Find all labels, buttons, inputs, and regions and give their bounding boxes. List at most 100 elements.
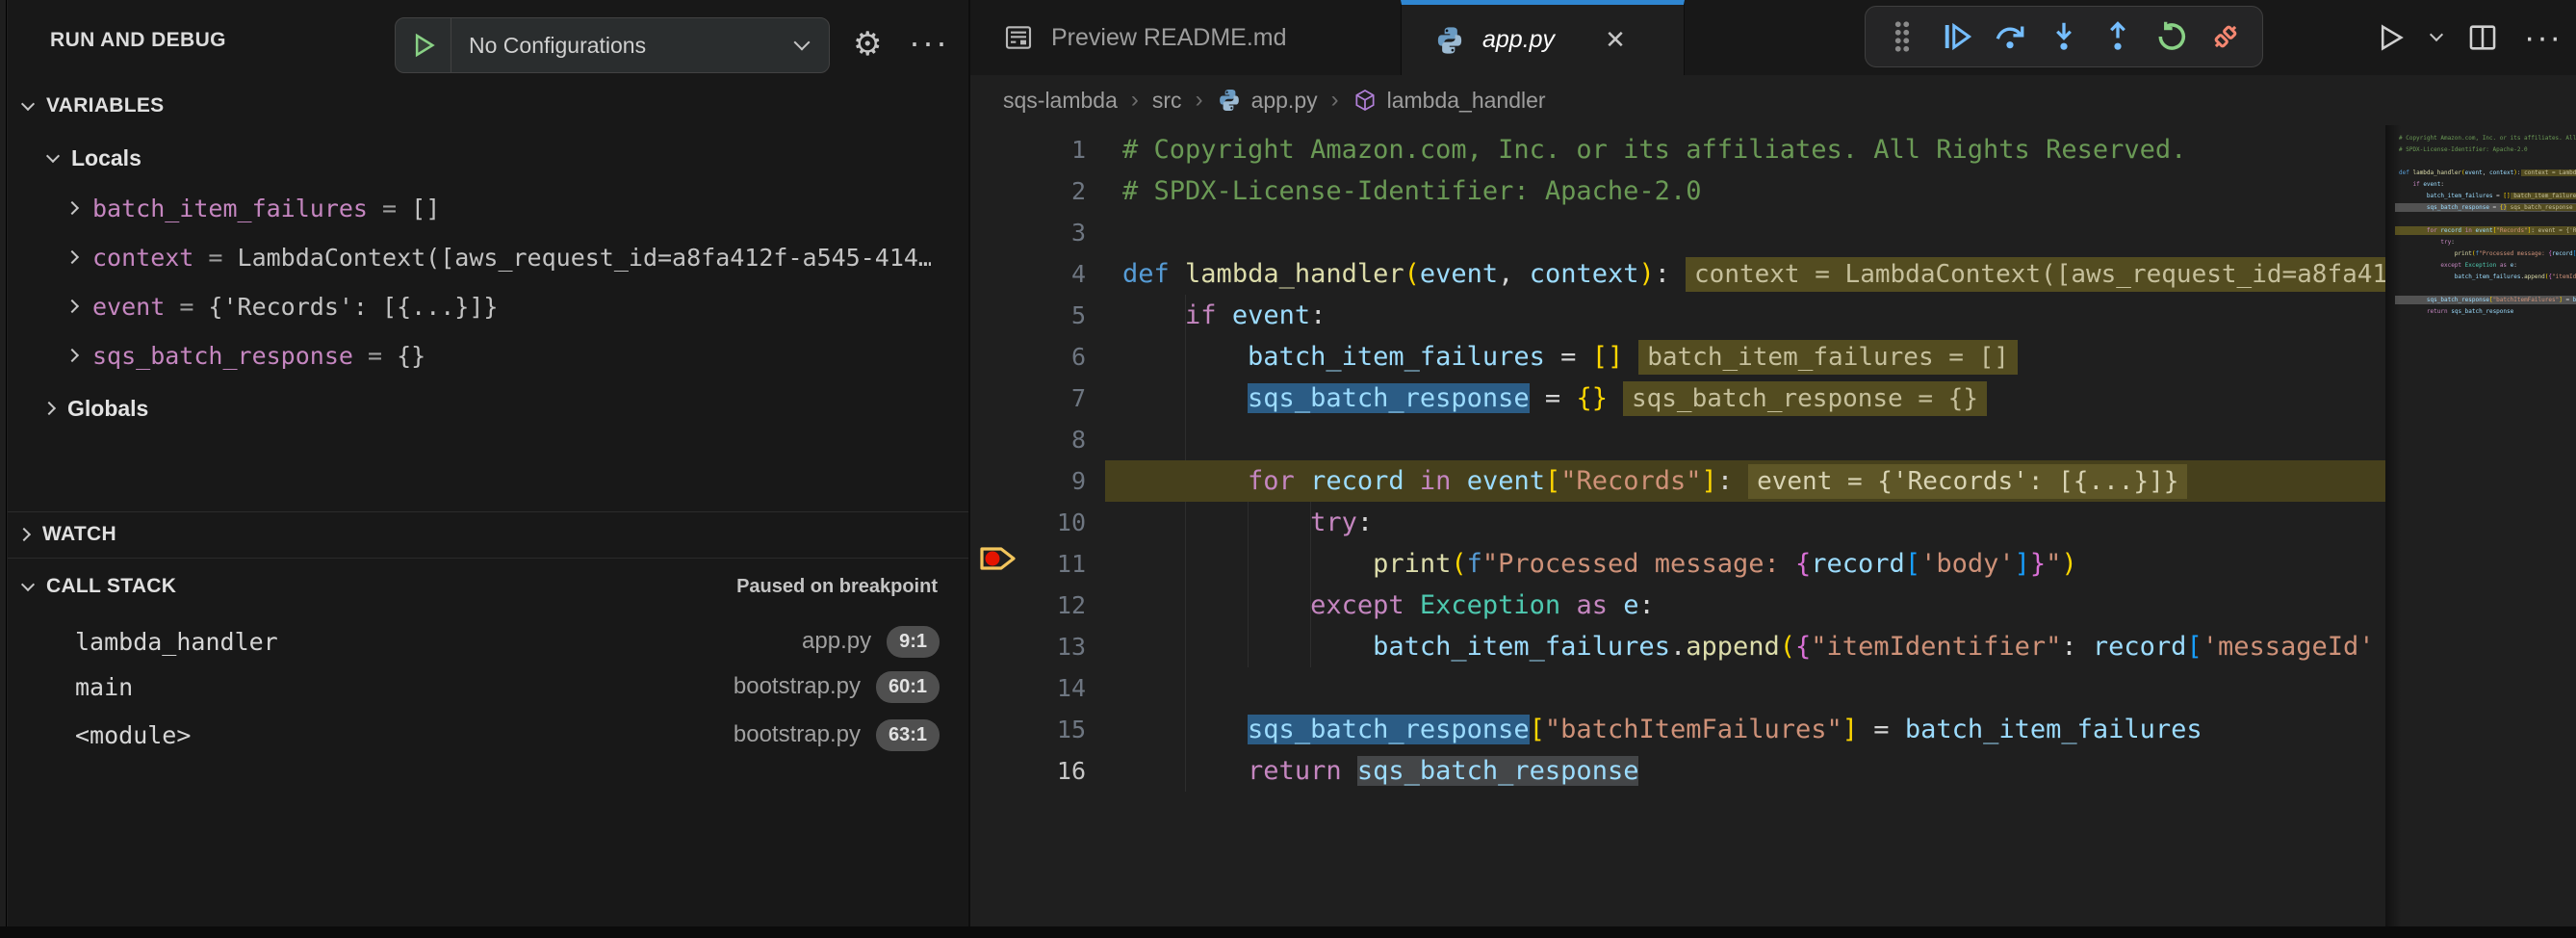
breadcrumb-item[interactable]: lambda_handler xyxy=(1352,88,1546,114)
symbol-method-icon xyxy=(1352,88,1378,113)
variable-row-batch_item_failures[interactable]: batch_item_failures = [] xyxy=(8,185,968,231)
variable-eq: = xyxy=(353,342,397,370)
stack-frame-row[interactable]: lambda_handler app.py 9:1 xyxy=(8,619,968,664)
breadcrumb-separator: › xyxy=(1131,87,1139,114)
line-number: 4 xyxy=(970,253,1086,295)
scope-globals[interactable]: Globals xyxy=(8,385,968,431)
code-line-2[interactable]: 2# SPDX-License-Identifier: Apache-2.0 xyxy=(970,170,2385,212)
code-line-11[interactable]: 11 print(f"Processed message: {record['b… xyxy=(970,543,2385,585)
minimap-line: sqs_batch_response["batchItemFailures"] … xyxy=(2399,295,2576,306)
code-line-10[interactable]: 10 try: xyxy=(970,502,2385,543)
code-line-14[interactable]: 14 xyxy=(970,667,2385,709)
variable-row-sqs_batch_response[interactable]: sqs_batch_response = {} xyxy=(8,332,968,378)
frame-file: app.py xyxy=(802,628,871,655)
tab-app-py[interactable]: app.py ✕ xyxy=(1401,0,1685,75)
gripper-icon[interactable] xyxy=(1881,12,1923,62)
chevron-down-icon xyxy=(21,578,35,591)
close-icon[interactable]: ✕ xyxy=(1605,25,1626,55)
more-icon[interactable]: ··· xyxy=(909,19,949,65)
breadcrumb-item[interactable]: app.py xyxy=(1217,88,1318,114)
step-out-icon[interactable] xyxy=(2097,12,2139,62)
code-line-15[interactable]: 15 sqs_batch_response["batchItemFailures… xyxy=(970,709,2385,750)
tab-label: app.py xyxy=(1482,26,1555,54)
minimap-line: def lambda_handler(event, context): cont… xyxy=(2399,168,2576,179)
minimap-line: for record in event["Records"]: event = … xyxy=(2399,225,2576,237)
more-actions-icon[interactable]: ··· xyxy=(2524,19,2563,57)
variable-row-context[interactable]: context = LambdaContext([aws_request_id=… xyxy=(8,234,968,280)
chevron-down-icon xyxy=(794,35,811,51)
code-line-6[interactable]: 6 batch_item_failures = []batch_item_fai… xyxy=(970,336,2385,378)
markdown-preview-icon xyxy=(1003,22,1034,53)
minimap-line: # SPDX-License-Identifier: Apache-2.0 xyxy=(2399,144,2576,156)
breadcrumb-label: lambda_handler xyxy=(1387,88,1546,114)
line-number: 16 xyxy=(970,750,1086,792)
variables-section-header[interactable]: VARIABLES xyxy=(8,85,968,127)
debug-config-dropdown[interactable]: No Configurations xyxy=(395,17,830,73)
debug-toolbar xyxy=(1865,6,2263,67)
restart-icon[interactable] xyxy=(2151,12,2193,62)
split-editor-icon[interactable] xyxy=(2466,21,2499,54)
minimap-line: try: xyxy=(2399,237,2576,248)
minimap-line: except Exception as e: xyxy=(2399,260,2576,272)
section-divider xyxy=(8,511,968,512)
breadcrumb-item[interactable]: src xyxy=(1152,88,1182,114)
sidebar-title: RUN AND DEBUG xyxy=(50,29,226,52)
code-line-9[interactable]: 9 for record in event["Records"]:event =… xyxy=(970,460,2385,502)
line-number: 3 xyxy=(970,212,1086,253)
chevron-down-icon xyxy=(21,97,35,111)
minimap[interactable]: # Copyright Amazon.com, Inc. or its affi… xyxy=(2395,133,2576,480)
variables-section-label: VARIABLES xyxy=(46,94,165,117)
minimap-line: if event: xyxy=(2399,179,2576,191)
line-number: 13 xyxy=(970,626,1086,667)
tab-bar: Preview README.md app.py ✕ xyxy=(970,0,2576,75)
code-line-4[interactable]: 4def lambda_handler(event, context):cont… xyxy=(970,253,2385,295)
watch-section-header[interactable]: WATCH xyxy=(8,513,968,556)
step-over-icon[interactable] xyxy=(1989,12,2031,62)
scope-locals[interactable]: Locals xyxy=(8,135,968,181)
variable-row-event[interactable]: event = {'Records': [{...}]} xyxy=(8,283,968,329)
start-debug-button[interactable] xyxy=(396,18,451,72)
frame-line-badge: 60:1 xyxy=(876,671,940,703)
disconnect-icon[interactable] xyxy=(2204,12,2247,62)
stack-frame-row[interactable]: <module> bootstrap.py 63:1 xyxy=(8,713,968,757)
code-line-16[interactable]: 16 return sqs_batch_response xyxy=(970,750,2385,792)
run-icon[interactable] xyxy=(2374,21,2407,54)
step-into-icon[interactable] xyxy=(2043,12,2085,62)
frame-line-badge: 9:1 xyxy=(887,626,940,658)
continue-icon[interactable] xyxy=(1935,12,1977,62)
variable-name: sqs_batch_response xyxy=(92,342,353,370)
breadcrumb-label: app.py xyxy=(1251,88,1318,114)
chevron-right-icon xyxy=(42,402,56,415)
line-number: 15 xyxy=(970,709,1086,750)
code-line-1[interactable]: 1# Copyright Amazon.com, Inc. or its aff… xyxy=(970,129,2385,170)
breadcrumb-item[interactable]: sqs-lambda xyxy=(1003,88,1118,114)
variable-name: event xyxy=(92,293,165,321)
line-number: 8 xyxy=(970,419,1086,460)
code-line-3[interactable]: 3 xyxy=(970,212,2385,253)
breadcrumb-label: sqs-lambda xyxy=(1003,88,1118,114)
python-icon xyxy=(1434,25,1465,56)
code-line-5[interactable]: 5 if event: xyxy=(970,295,2385,336)
window-edge xyxy=(0,0,7,938)
line-number: 9 xyxy=(970,460,1086,502)
play-icon xyxy=(409,31,438,60)
code-editor[interactable]: 1# Copyright Amazon.com, Inc. or its aff… xyxy=(970,125,2385,926)
run-dropdown-chevron-icon[interactable] xyxy=(2430,28,2443,41)
code-line-12[interactable]: 12 except Exception as e: xyxy=(970,585,2385,626)
call-stack-section-header[interactable]: CALL STACK Paused on breakpoint xyxy=(8,565,968,608)
variable-name: context xyxy=(92,244,193,272)
frame-file: bootstrap.py xyxy=(734,721,861,748)
line-number: 5 xyxy=(970,295,1086,336)
code-line-8[interactable]: 8 xyxy=(970,419,2385,460)
editor-actions: ··· xyxy=(2374,0,2563,75)
minimap-line: batch_item_failures.append({"itemIdentif… xyxy=(2399,272,2576,283)
code-line-7[interactable]: 7 sqs_batch_response = {}sqs_batch_respo… xyxy=(970,378,2385,419)
stack-frame-row[interactable]: main bootstrap.py 60:1 xyxy=(8,664,968,709)
chevron-down-icon xyxy=(46,149,60,163)
variable-value: [] xyxy=(411,195,440,222)
gear-icon[interactable]: ⚙ xyxy=(853,21,882,67)
tab-preview-readme-md[interactable]: Preview README.md xyxy=(970,0,1401,75)
inline-debug-value: event = {'Records': [{...}]} xyxy=(1748,464,2187,499)
code-line-13[interactable]: 13 batch_item_failures.append({"itemIden… xyxy=(970,626,2385,667)
editor-group: Preview README.md app.py ✕ xyxy=(970,0,2576,938)
